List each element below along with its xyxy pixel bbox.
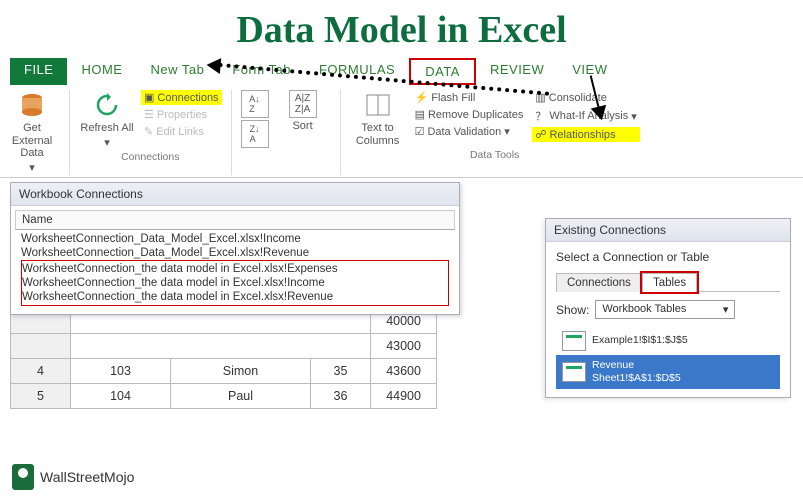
dropdown-icon: ▾ bbox=[104, 137, 110, 150]
table-item[interactable]: Example1!$I$1:$J$5 bbox=[556, 327, 780, 355]
relationships-label: Relationships bbox=[549, 129, 615, 141]
dropdown-icon: ▾ bbox=[504, 125, 510, 138]
sort-label: Sort bbox=[292, 120, 312, 133]
tab-home[interactable]: HOME bbox=[67, 58, 136, 85]
table-item-range: Example1!$I$1:$J$5 bbox=[592, 334, 688, 347]
connections-label: Connections bbox=[157, 92, 218, 104]
editlinks-label: Edit Links bbox=[156, 126, 204, 138]
flash-fill-icon: ⚡ bbox=[415, 91, 429, 104]
editlinks-icon: ✎ bbox=[144, 125, 153, 138]
refresh-label: Refresh All bbox=[80, 122, 133, 135]
table-icon bbox=[562, 331, 586, 351]
show-label: Show: bbox=[556, 303, 589, 317]
remove-dup-button[interactable]: ▤ Remove Duplicates bbox=[412, 107, 527, 122]
cell[interactable]: 36 bbox=[311, 384, 371, 409]
subtab-tables[interactable]: Tables bbox=[642, 273, 697, 292]
dialog-subtitle: Select a Connection or Table bbox=[556, 250, 780, 264]
name-column-header[interactable]: Name bbox=[15, 210, 455, 230]
connection-item[interactable]: WorksheetConnection_the data model in Ex… bbox=[22, 290, 448, 304]
connection-item[interactable]: WorksheetConnection_the data model in Ex… bbox=[22, 262, 448, 276]
page-title: Data Model in Excel bbox=[0, 0, 803, 58]
connection-item[interactable]: WorksheetConnection_Data_Model_Excel.xls… bbox=[21, 246, 449, 260]
properties-label: Properties bbox=[157, 109, 207, 121]
dialog-title: Workbook Connections bbox=[11, 183, 459, 206]
data-validation-icon: ☑ bbox=[415, 125, 425, 138]
sort-button[interactable]: A|ZZ|A Sort bbox=[275, 90, 331, 133]
get-external-data-button[interactable]: Get External Data ▾ bbox=[4, 90, 60, 175]
show-select[interactable]: Workbook Tables ▾ bbox=[595, 300, 735, 319]
table-icon bbox=[562, 362, 586, 382]
whatif-label: What-If Analysis bbox=[549, 110, 628, 122]
relationships-button[interactable]: ☍ Relationships bbox=[532, 127, 639, 142]
remove-dup-icon: ▤ bbox=[415, 108, 425, 121]
properties-icon: ☰ bbox=[144, 108, 154, 121]
tab-view[interactable]: VIEW bbox=[558, 58, 621, 85]
row-header[interactable]: 4 bbox=[11, 359, 71, 384]
dropdown-icon: ▾ bbox=[723, 303, 729, 316]
connection-item[interactable]: WorksheetConnection_Data_Model_Excel.xls… bbox=[21, 232, 449, 246]
refresh-all-button[interactable]: Refresh All ▾ bbox=[79, 90, 135, 149]
table-item-name: Revenue bbox=[592, 359, 681, 372]
cell[interactable]: 43600 bbox=[371, 359, 437, 384]
table-item-selected[interactable]: Revenue Sheet1!$A$1:$D$5 bbox=[556, 355, 780, 389]
cell[interactable]: 44900 bbox=[371, 384, 437, 409]
row-header[interactable]: 5 bbox=[11, 384, 71, 409]
database-icon bbox=[17, 90, 47, 120]
cell[interactable]: 104 bbox=[71, 384, 171, 409]
cell[interactable]: 103 bbox=[71, 359, 171, 384]
watermark-text: WallStreetMojo bbox=[40, 469, 134, 485]
flash-fill-label: Flash Fill bbox=[431, 92, 475, 104]
get-external-data-label: Get External Data bbox=[4, 122, 60, 160]
connections-button[interactable]: ▣ Connections bbox=[141, 90, 222, 105]
data-validation-button[interactable]: ☑ Data Validation ▾ bbox=[412, 124, 527, 139]
text-to-columns-label: Text to Columns bbox=[350, 122, 406, 147]
connection-item[interactable]: WorksheetConnection_the data model in Ex… bbox=[22, 276, 448, 290]
show-select-value: Workbook Tables bbox=[602, 303, 686, 316]
remove-dup-label: Remove Duplicates bbox=[428, 109, 523, 121]
edit-links-button: ✎ Edit Links bbox=[141, 124, 222, 139]
table-item-range: Sheet1!$A$1:$D$5 bbox=[592, 372, 681, 385]
text-to-columns-icon bbox=[363, 90, 393, 120]
dialog-title: Existing Connections bbox=[546, 219, 790, 242]
watermark: WallStreetMojo bbox=[12, 464, 134, 490]
sort-icon: A|ZZ|A bbox=[289, 90, 317, 118]
existing-connections-dialog: Existing Connections Select a Connection… bbox=[545, 218, 791, 398]
tab-review[interactable]: REVIEW bbox=[476, 58, 558, 85]
dropdown-icon: ▾ bbox=[29, 162, 35, 175]
whatif-icon: ？ bbox=[535, 108, 546, 124]
link-icon: ▣ bbox=[144, 91, 154, 104]
sort-za-icon[interactable]: Z↓A bbox=[241, 120, 269, 148]
workbook-connections-dialog: Workbook Connections Name WorksheetConne… bbox=[10, 182, 460, 315]
connections-group-label: Connections bbox=[121, 149, 179, 163]
tab-file[interactable]: FILE bbox=[10, 58, 67, 85]
cell[interactable]: 35 bbox=[311, 359, 371, 384]
data-validation-label: Data Validation bbox=[427, 126, 501, 138]
logo-icon bbox=[12, 464, 34, 490]
cell[interactable]: Simon bbox=[171, 359, 311, 384]
properties-button: ☰ Properties bbox=[141, 107, 222, 122]
relationships-icon: ☍ bbox=[535, 128, 546, 141]
dropdown-icon: ▾ bbox=[631, 110, 637, 123]
data-tools-group-label: Data Tools bbox=[470, 147, 519, 161]
refresh-icon bbox=[92, 90, 122, 120]
sort-az-icon[interactable]: A↓Z bbox=[241, 90, 269, 118]
text-to-columns-button[interactable]: Text to Columns bbox=[350, 90, 406, 147]
ribbon-body: Get External Data ▾ Refresh All ▾ ▣ Conn… bbox=[0, 85, 803, 178]
whatif-button[interactable]: ？ What-If Analysis ▾ bbox=[532, 107, 639, 125]
cell[interactable]: 43000 bbox=[371, 334, 437, 359]
cell[interactable]: Paul bbox=[171, 384, 311, 409]
subtab-connections[interactable]: Connections bbox=[556, 273, 642, 292]
